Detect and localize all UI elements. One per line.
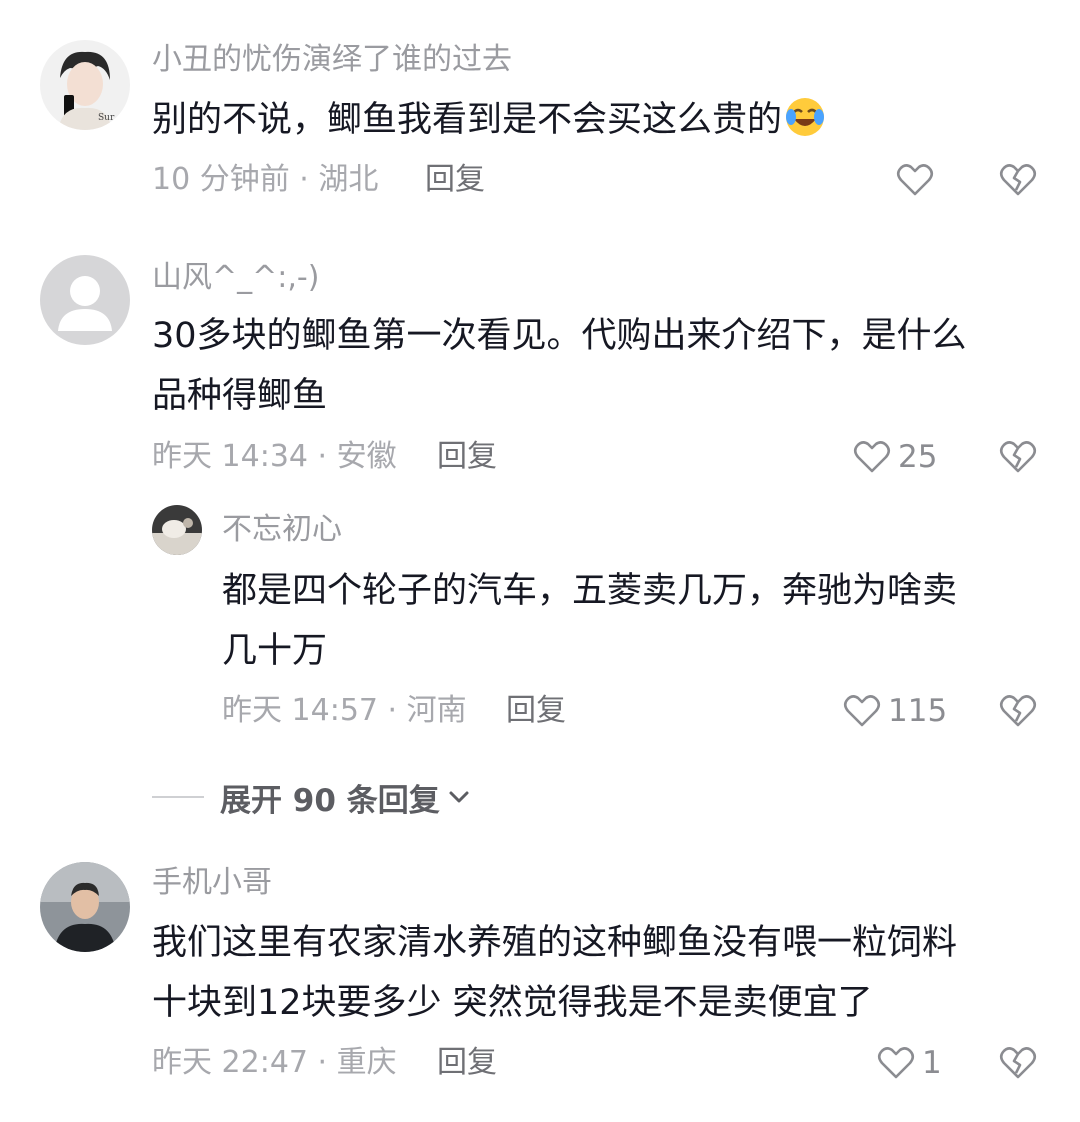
comment-text-line: 30多块的鲫鱼第一次看见。代购出来介绍下，是什么 [152,316,967,356]
comment-text-line: 我们这里有农家清水养殖的这种鲫鱼没有喂一粒饲料 [152,923,958,963]
like-count: 25 [898,439,938,475]
svg-text:Sur: Sur [98,113,115,123]
like-count: 1 [922,1045,942,1081]
comment-meta: 10 分钟前 · 湖北 [152,162,379,197]
heart-outline-icon [842,691,882,731]
avatar[interactable] [152,505,202,555]
avatar[interactable] [40,255,130,345]
username[interactable]: 山风^_^:,-) [152,258,319,298]
like-count: 115 [888,693,948,729]
heart-outline-icon [895,160,935,200]
comment-meta: 昨天 14:34 · 安徽 [152,439,397,474]
comment-text-content: 别的不说，鲫鱼我看到是不会买这么贵的 [152,100,783,140]
broken-heart-icon [998,1043,1038,1083]
like-button[interactable]: 1 [876,1043,942,1083]
comment-meta: 昨天 22:47 · 重庆 [152,1045,397,1080]
broken-heart-icon [998,691,1038,731]
like-button[interactable]: 115 [842,691,947,731]
comment-text: 30多块的鲫鱼第一次看见。代购出来介绍下，是什么 品种得鲫鱼 [152,306,1052,426]
dislike-button[interactable] [998,1043,1038,1083]
reply-button[interactable]: 回复 [506,691,566,731]
like-button[interactable] [895,160,935,200]
reply-button[interactable]: 回复 [437,437,497,477]
comment-meta: 昨天 14:57 · 河南 [222,693,467,728]
comment-text-line: 几十万 [222,631,328,671]
avatar[interactable] [40,862,130,952]
comment-text-line: 都是四个轮子的汽车，五菱卖几万，奔驰为啥卖 [222,571,958,611]
chevron-down-icon [444,782,474,812]
like-button[interactable]: 25 [852,437,937,477]
username[interactable]: 手机小哥 [152,863,272,903]
comment-text-line: 别的不说，鲫鱼我看到是不会买这么贵的 [152,90,1052,150]
broken-heart-icon [998,437,1038,477]
dislike-button[interactable] [998,691,1038,731]
heart-outline-icon [852,437,892,477]
username[interactable]: 小丑的忧伤演绎了谁的过去 [152,40,512,80]
username[interactable]: 不忘初心 [222,510,342,550]
broken-heart-icon [998,160,1038,200]
dislike-button[interactable] [998,437,1038,477]
expand-replies-button[interactable]: 展开 90 条回复 [152,775,474,819]
comment-text: 别的不说，鲫鱼我看到是不会买这么贵的 [152,90,1052,150]
expand-replies-label: 展开 90 条回复 [220,782,440,819]
avatar[interactable]: Sur [40,40,130,130]
reply-button[interactable]: 回复 [437,1043,497,1083]
comment-text-line: 品种得鲫鱼 [152,376,328,416]
reply-button[interactable]: 回复 [425,160,485,200]
comment-text: 都是四个轮子的汽车，五菱卖几万，奔驰为啥卖 几十万 [222,561,1062,681]
comment-text: 我们这里有农家清水养殖的这种鲫鱼没有喂一粒饲料 十块到12块要多少 突然觉得我是… [152,913,1052,1033]
divider [152,796,204,798]
laughing-tears-emoji-icon [782,93,828,139]
heart-outline-icon [876,1043,916,1083]
dislike-button[interactable] [998,160,1038,200]
comment-text-line: 十块到12块要多少 突然觉得我是不是卖便宜了 [152,983,873,1023]
